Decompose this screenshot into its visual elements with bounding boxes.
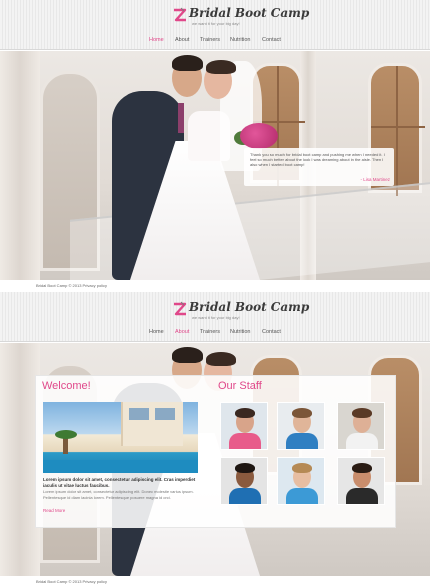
- staff-photo-4[interactable]: [220, 457, 268, 505]
- staff-photo-6[interactable]: [337, 457, 385, 505]
- logo-tagline: we want it for your big day!: [192, 315, 240, 320]
- read-more-link[interactable]: Read More: [43, 508, 65, 513]
- nav-about[interactable]: About: [175, 329, 189, 335]
- nav-trainers[interactable]: Trainers: [200, 37, 220, 43]
- nav-about[interactable]: About: [175, 37, 189, 43]
- welcome-heading: Welcome!: [42, 380, 91, 392]
- footer-text: Bridal Boot Camp © 2013 Privacy policy: [36, 283, 107, 288]
- logo-text: Bridal Boot Camp: [189, 6, 310, 20]
- staff-photo-3[interactable]: [337, 402, 385, 450]
- testimonial-box: Thank you so much for bridal boot camp a…: [244, 148, 394, 186]
- nav-trainers[interactable]: Trainers: [200, 329, 220, 335]
- testimonial-text: Thank you so much for bridal boot camp a…: [250, 152, 385, 168]
- logo-icon: [174, 7, 187, 22]
- nav-home[interactable]: Home: [149, 329, 164, 335]
- nav-contact[interactable]: Contact: [262, 329, 281, 335]
- logo-text: Bridal Boot Camp: [189, 300, 310, 314]
- main-nav: Home About Trainers Nutrition Contact: [0, 329, 430, 339]
- privacy-policy-link[interactable]: Privacy policy: [83, 283, 107, 288]
- privacy-policy-link[interactable]: Privacy policy: [83, 579, 107, 584]
- staff-photo-5[interactable]: [277, 457, 325, 505]
- main-nav: Home About Trainers Nutrition Contact: [0, 37, 430, 47]
- nav-contact[interactable]: Contact: [262, 37, 281, 43]
- hero-image: Thank you so much for bridal boot camp a…: [0, 51, 430, 280]
- logo[interactable]: Bridal Boot Camp we want it for your big…: [172, 6, 309, 26]
- footer-text: Bridal Boot Camp © 2013 Privacy policy: [36, 579, 107, 584]
- footer-copyright: Bridal Boot Camp © 2013: [36, 283, 82, 288]
- nav-nutrition[interactable]: Nutrition: [230, 329, 250, 335]
- footer-copyright: Bridal Boot Camp © 2013: [36, 579, 82, 584]
- welcome-image: [43, 402, 198, 473]
- site-footer: Bridal Boot Camp © 2013 Privacy policy: [0, 576, 430, 585]
- staff-photo-2[interactable]: [277, 402, 325, 450]
- site-header: Bridal Boot Camp we want it for your big…: [0, 0, 430, 50]
- logo[interactable]: Bridal Boot Camp we want it for your big…: [172, 300, 309, 320]
- page-home: Bridal Boot Camp we want it for your big…: [0, 0, 430, 289]
- site-header: Bridal Boot Camp we want it for your big…: [0, 292, 430, 342]
- logo-icon: [174, 301, 187, 316]
- welcome-lead: Lorem ipsum dolor sit amet, consectetur …: [43, 477, 196, 488]
- site-footer: Bridal Boot Camp © 2013 Privacy policy: [0, 280, 430, 289]
- staff-photo-1[interactable]: [220, 402, 268, 450]
- nav-home[interactable]: Home: [149, 37, 164, 43]
- nav-nutrition[interactable]: Nutrition: [230, 37, 250, 43]
- welcome-body: Lorem ipsum dolor sit amet, consectetur …: [43, 489, 194, 500]
- logo-tagline: we want it for your big day!: [192, 21, 240, 26]
- testimonial-author: - Lisa Martinez: [360, 177, 390, 182]
- staff-heading: Our Staff: [218, 380, 262, 392]
